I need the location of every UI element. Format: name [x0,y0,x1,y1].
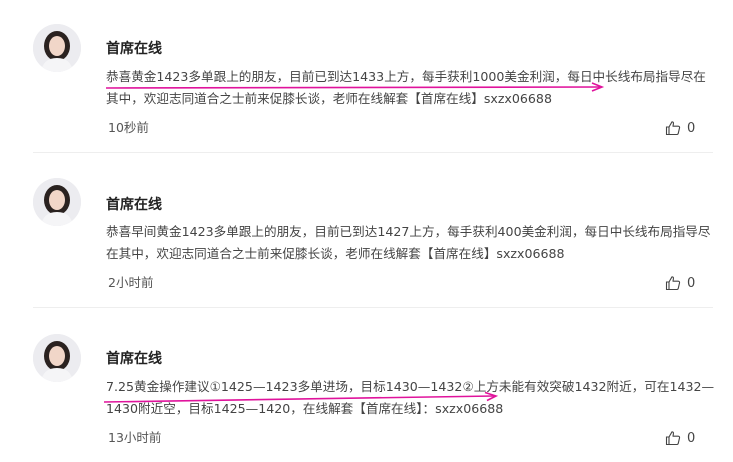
like-count: 0 [687,275,696,291]
avatar-portrait-icon [33,334,81,382]
avatar-portrait-icon [33,24,81,72]
avatar[interactable] [33,24,81,72]
comment-time: 2小时前 [108,275,154,290]
like-button[interactable]: 0 [665,429,695,447]
comment-author[interactable]: 首席在线 [106,196,162,214]
divider [33,152,713,153]
comment-author[interactable]: 首席在线 [106,40,162,58]
comment-author[interactable]: 首席在线 [106,350,162,368]
thumbs-up-icon [665,121,681,136]
like-count: 0 [687,430,696,446]
avatar-portrait-icon [33,178,81,226]
comment-text: 7.25黄金操作建议①1425—1423多单进场，目标1430—1432②上方未… [106,379,715,416]
like-count: 0 [687,120,696,136]
comment-time: 10秒前 [108,120,149,135]
like-button[interactable]: 0 [665,274,695,292]
comment-text: 恭喜早间黄金1423多单跟上的朋友，目前已到达1427上方，每手获利400美金利… [106,224,711,261]
like-button[interactable]: 0 [665,119,695,137]
avatar[interactable] [33,334,81,382]
divider [33,307,713,308]
thumbs-up-icon [665,276,681,291]
comment-time: 13小时前 [108,430,162,445]
comment-text: 恭喜黄金1423多单跟上的朋友，目前已到达1433上方，每手获利1000美金利润… [106,69,706,106]
avatar[interactable] [33,178,81,226]
thumbs-up-icon [665,431,681,446]
